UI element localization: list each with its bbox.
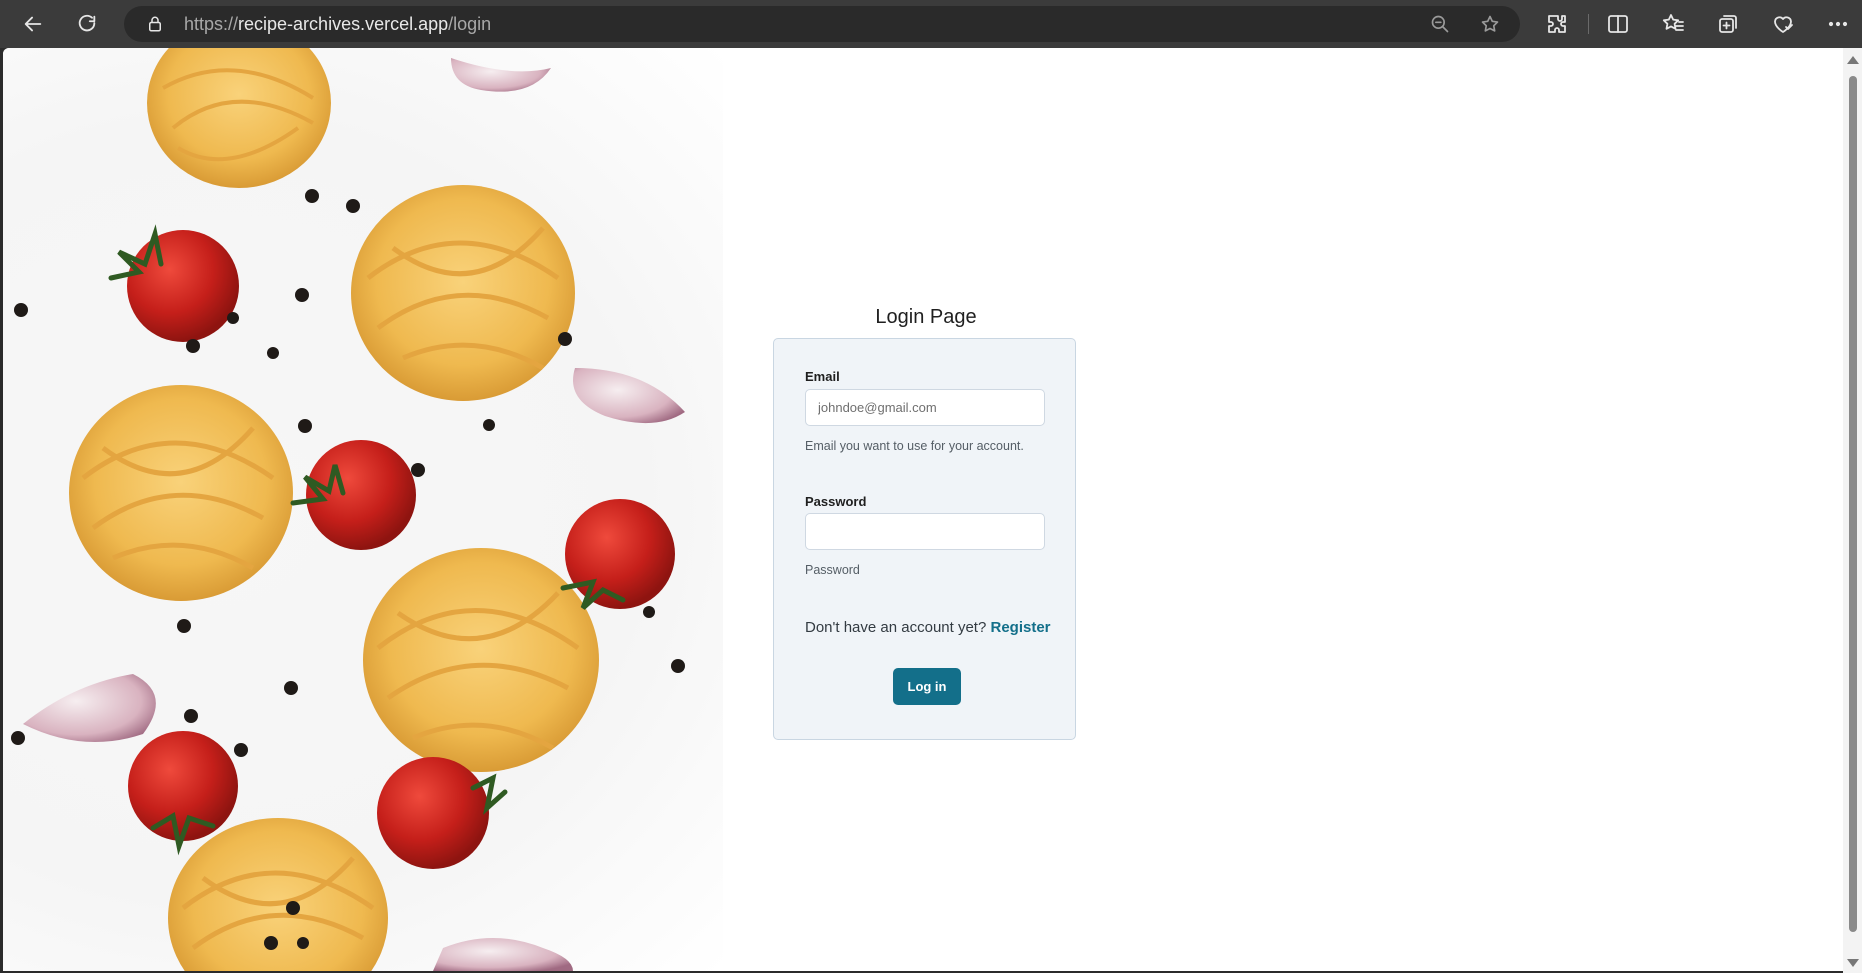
garlic-clove <box>573 368 685 424</box>
login-button[interactable]: Log in <box>893 668 961 705</box>
collections-icon[interactable] <box>1716 12 1740 36</box>
lock-icon <box>146 15 164 33</box>
pasta-tomato-background-image <box>3 48 723 971</box>
url-host: recipe-archives.vercel.app <box>238 14 449 34</box>
cherry-tomato <box>290 440 416 550</box>
scroll-up-arrow-icon[interactable] <box>1847 56 1859 64</box>
pasta-nest <box>69 385 293 601</box>
garlic-clove <box>451 58 551 92</box>
browser-essentials-icon[interactable] <box>1771 12 1795 36</box>
url-path: /login <box>448 14 492 34</box>
url-scheme: https:// <box>184 14 239 34</box>
food-illustration <box>11 48 685 971</box>
login-card: Email Email you want to use for your acc… <box>773 338 1076 740</box>
garlic-clove <box>23 674 156 742</box>
page-title: Login Page <box>875 306 977 328</box>
favorites-icon[interactable] <box>1661 12 1685 36</box>
vertical-scrollbar[interactable] <box>1843 48 1862 973</box>
pasta-nest <box>351 185 575 401</box>
pasta-nest <box>168 818 388 971</box>
back-arrow-icon <box>24 16 42 32</box>
page-viewport: Login Page Email Email you want to use f… <box>3 48 1843 971</box>
garlic-clove <box>433 938 573 971</box>
register-prompt-text: Don't have an account yet? <box>805 619 987 636</box>
scroll-thumb[interactable] <box>1849 76 1857 932</box>
password-hint: Password <box>805 563 860 577</box>
zoom-out-icon[interactable] <box>1430 14 1450 34</box>
cherry-tomato <box>377 757 508 869</box>
cherry-tomato <box>108 224 239 342</box>
favorite-star-icon[interactable] <box>1480 14 1500 34</box>
address-bar[interactable]: https://recipe-archives.vercel.app/login <box>124 6 1520 42</box>
pasta-nest <box>363 548 599 772</box>
scroll-down-arrow-icon[interactable] <box>1847 959 1859 967</box>
password-label: Password <box>805 494 867 509</box>
more-menu-icon[interactable] <box>1826 12 1850 36</box>
reload-icon <box>78 14 96 32</box>
url-text[interactable]: https://recipe-archives.vercel.app/login <box>184 14 491 35</box>
pasta-nest <box>147 48 331 188</box>
register-prompt-row: Don't have an account yet? Register <box>805 619 1051 636</box>
email-field[interactable] <box>805 389 1045 426</box>
email-label: Email <box>805 369 840 384</box>
email-hint: Email you want to use for your account. <box>805 439 1024 453</box>
password-field[interactable] <box>805 513 1045 550</box>
toolbar-divider <box>1588 14 1589 34</box>
extensions-icon[interactable] <box>1545 12 1569 36</box>
register-link[interactable]: Register <box>991 619 1051 636</box>
split-screen-icon[interactable] <box>1606 12 1630 36</box>
back-button[interactable] <box>18 9 48 39</box>
reload-button[interactable] <box>72 9 102 39</box>
browser-toolbar: https://recipe-archives.vercel.app/login <box>0 0 1862 48</box>
cherry-tomato <box>128 731 238 856</box>
cherry-tomato <box>560 499 675 610</box>
